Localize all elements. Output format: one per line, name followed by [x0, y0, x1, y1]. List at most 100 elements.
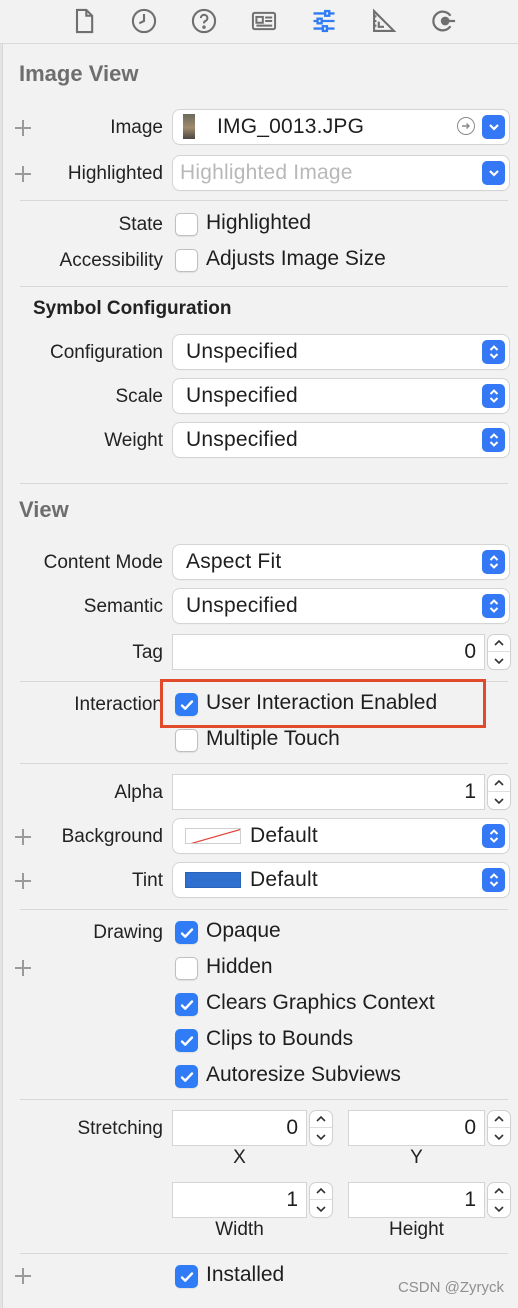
go-to-asset-icon[interactable]	[457, 117, 475, 135]
file-icon	[75, 8, 94, 34]
stretching-y-field[interactable]: 0	[349, 1111, 484, 1145]
clears-graphics-context-checkbox[interactable]	[175, 993, 198, 1016]
checkmark-icon	[180, 700, 194, 710]
content-mode-value: Aspect Fit	[186, 550, 282, 573]
user-interaction-enabled-checkbox[interactable]	[175, 693, 198, 716]
weight-value: Unspecified	[186, 428, 298, 451]
up-down-chevron-icon	[489, 829, 498, 843]
semantic-label: Semantic	[83, 596, 163, 617]
background-add-variation-button[interactable]	[14, 828, 32, 846]
semantic-popup[interactable]: Unspecified	[173, 589, 509, 623]
weight-label: Weight	[104, 430, 163, 451]
image-thumbnail	[183, 114, 195, 139]
background-value: Default	[250, 824, 318, 847]
image-add-variation-button[interactable]	[14, 119, 32, 137]
multiple-touch-label: Multiple Touch	[206, 727, 340, 750]
size-icon	[373, 8, 397, 32]
chevron-down-icon	[488, 170, 499, 177]
weight-popup[interactable]: Unspecified	[173, 423, 509, 457]
size-inspector-tab[interactable]	[368, 4, 400, 38]
help-inspector-tab[interactable]	[188, 4, 220, 38]
state-highlighted-checkbox[interactable]	[175, 213, 198, 236]
up-down-chevron-icon	[489, 389, 498, 403]
chevron-up-icon	[494, 639, 504, 646]
semantic-value: Unspecified	[186, 594, 298, 617]
hidden-checkbox[interactable]	[175, 957, 198, 980]
chevron-down-icon	[494, 1133, 504, 1140]
image-dropdown-button[interactable]	[482, 115, 505, 139]
installed-checkbox[interactable]	[175, 1265, 198, 1288]
stretching-x-value: 0	[286, 1116, 298, 1139]
file-inspector-tab[interactable]	[68, 4, 100, 38]
divider	[20, 1099, 508, 1100]
alpha-stepper[interactable]	[488, 775, 510, 809]
stepper-down[interactable]	[310, 1128, 332, 1145]
content-mode-popup[interactable]: Aspect Fit	[173, 545, 509, 579]
drawing-add-variation-button[interactable]	[14, 959, 32, 977]
tint-value: Default	[250, 868, 318, 891]
stepper-down[interactable]	[310, 1200, 332, 1217]
highlighted-image-combo-box[interactable]: Highlighted Image	[173, 156, 509, 190]
autoresize-subviews-checkbox[interactable]	[175, 1065, 198, 1088]
up-down-chevron-icon	[489, 433, 498, 447]
divider	[20, 763, 508, 764]
stretching-width-value: 1	[286, 1188, 298, 1211]
stepper-up[interactable]	[310, 1111, 332, 1128]
clips-to-bounds-checkbox[interactable]	[175, 1029, 198, 1052]
background-color-popup[interactable]: Default	[173, 819, 509, 853]
multiple-touch-checkbox[interactable]	[175, 729, 198, 752]
autoresize-subviews-label: Autoresize Subviews	[206, 1063, 401, 1086]
identity-inspector-tab[interactable]	[248, 4, 280, 38]
connections-icon	[432, 10, 456, 32]
stretching-width-field[interactable]: 1	[173, 1183, 306, 1217]
stretching-y-stepper[interactable]	[488, 1111, 510, 1145]
history-inspector-tab[interactable]	[128, 4, 160, 38]
configuration-popup[interactable]: Unspecified	[173, 335, 509, 369]
stretching-height-caption: Height	[389, 1219, 444, 1240]
tint-popup-arrows	[482, 868, 505, 892]
tint-label: Tint	[132, 870, 163, 891]
adjusts-image-size-label: Adjusts Image Size	[206, 247, 386, 270]
configuration-popup-arrows	[482, 340, 505, 364]
stepper-down[interactable]	[488, 792, 510, 809]
stretching-x-field[interactable]: 0	[173, 1111, 306, 1145]
stepper-down[interactable]	[488, 1128, 510, 1145]
alpha-field[interactable]: 1	[173, 775, 484, 809]
help-icon	[191, 8, 217, 34]
attributes-inspector-tab[interactable]	[308, 4, 340, 38]
highlighted-add-variation-button[interactable]	[14, 165, 32, 183]
stepper-up[interactable]	[310, 1183, 332, 1200]
attributes-icon	[313, 9, 335, 33]
adjusts-image-size-checkbox[interactable]	[175, 249, 198, 272]
checkmark-icon	[180, 1272, 194, 1282]
stretching-height-stepper[interactable]	[488, 1183, 510, 1217]
drawing-label: Drawing	[93, 922, 163, 943]
stretching-x-stepper[interactable]	[310, 1111, 332, 1145]
installed-add-variation-button[interactable]	[14, 1267, 32, 1285]
opaque-checkbox[interactable]	[175, 921, 198, 944]
scale-popup[interactable]: Unspecified	[173, 379, 509, 413]
installed-label: Installed	[206, 1263, 285, 1286]
image-combo-box[interactable]: IMG_0013.JPG	[173, 110, 509, 144]
stepper-down[interactable]	[488, 652, 510, 669]
stepper-up[interactable]	[488, 635, 510, 652]
stretching-height-field[interactable]: 1	[349, 1183, 484, 1217]
tag-field[interactable]: 0	[173, 635, 484, 669]
tint-color-popup[interactable]: Default	[173, 863, 509, 897]
checkmark-icon	[180, 928, 194, 938]
image-view-section-title: Image View	[19, 61, 139, 86]
tint-add-variation-button[interactable]	[14, 872, 32, 890]
semantic-popup-arrows	[482, 594, 505, 618]
stretching-width-stepper[interactable]	[310, 1183, 332, 1217]
highlighted-dropdown-button[interactable]	[482, 161, 505, 185]
stepper-up[interactable]	[488, 1183, 510, 1200]
stretching-label: Stretching	[77, 1118, 163, 1139]
connections-inspector-tab[interactable]	[428, 4, 460, 38]
divider	[20, 286, 508, 287]
alpha-value: 1	[464, 780, 476, 803]
tag-stepper[interactable]	[488, 635, 510, 669]
tag-value: 0	[464, 640, 476, 663]
stepper-up[interactable]	[488, 775, 510, 792]
stepper-up[interactable]	[488, 1111, 510, 1128]
stepper-down[interactable]	[488, 1200, 510, 1217]
